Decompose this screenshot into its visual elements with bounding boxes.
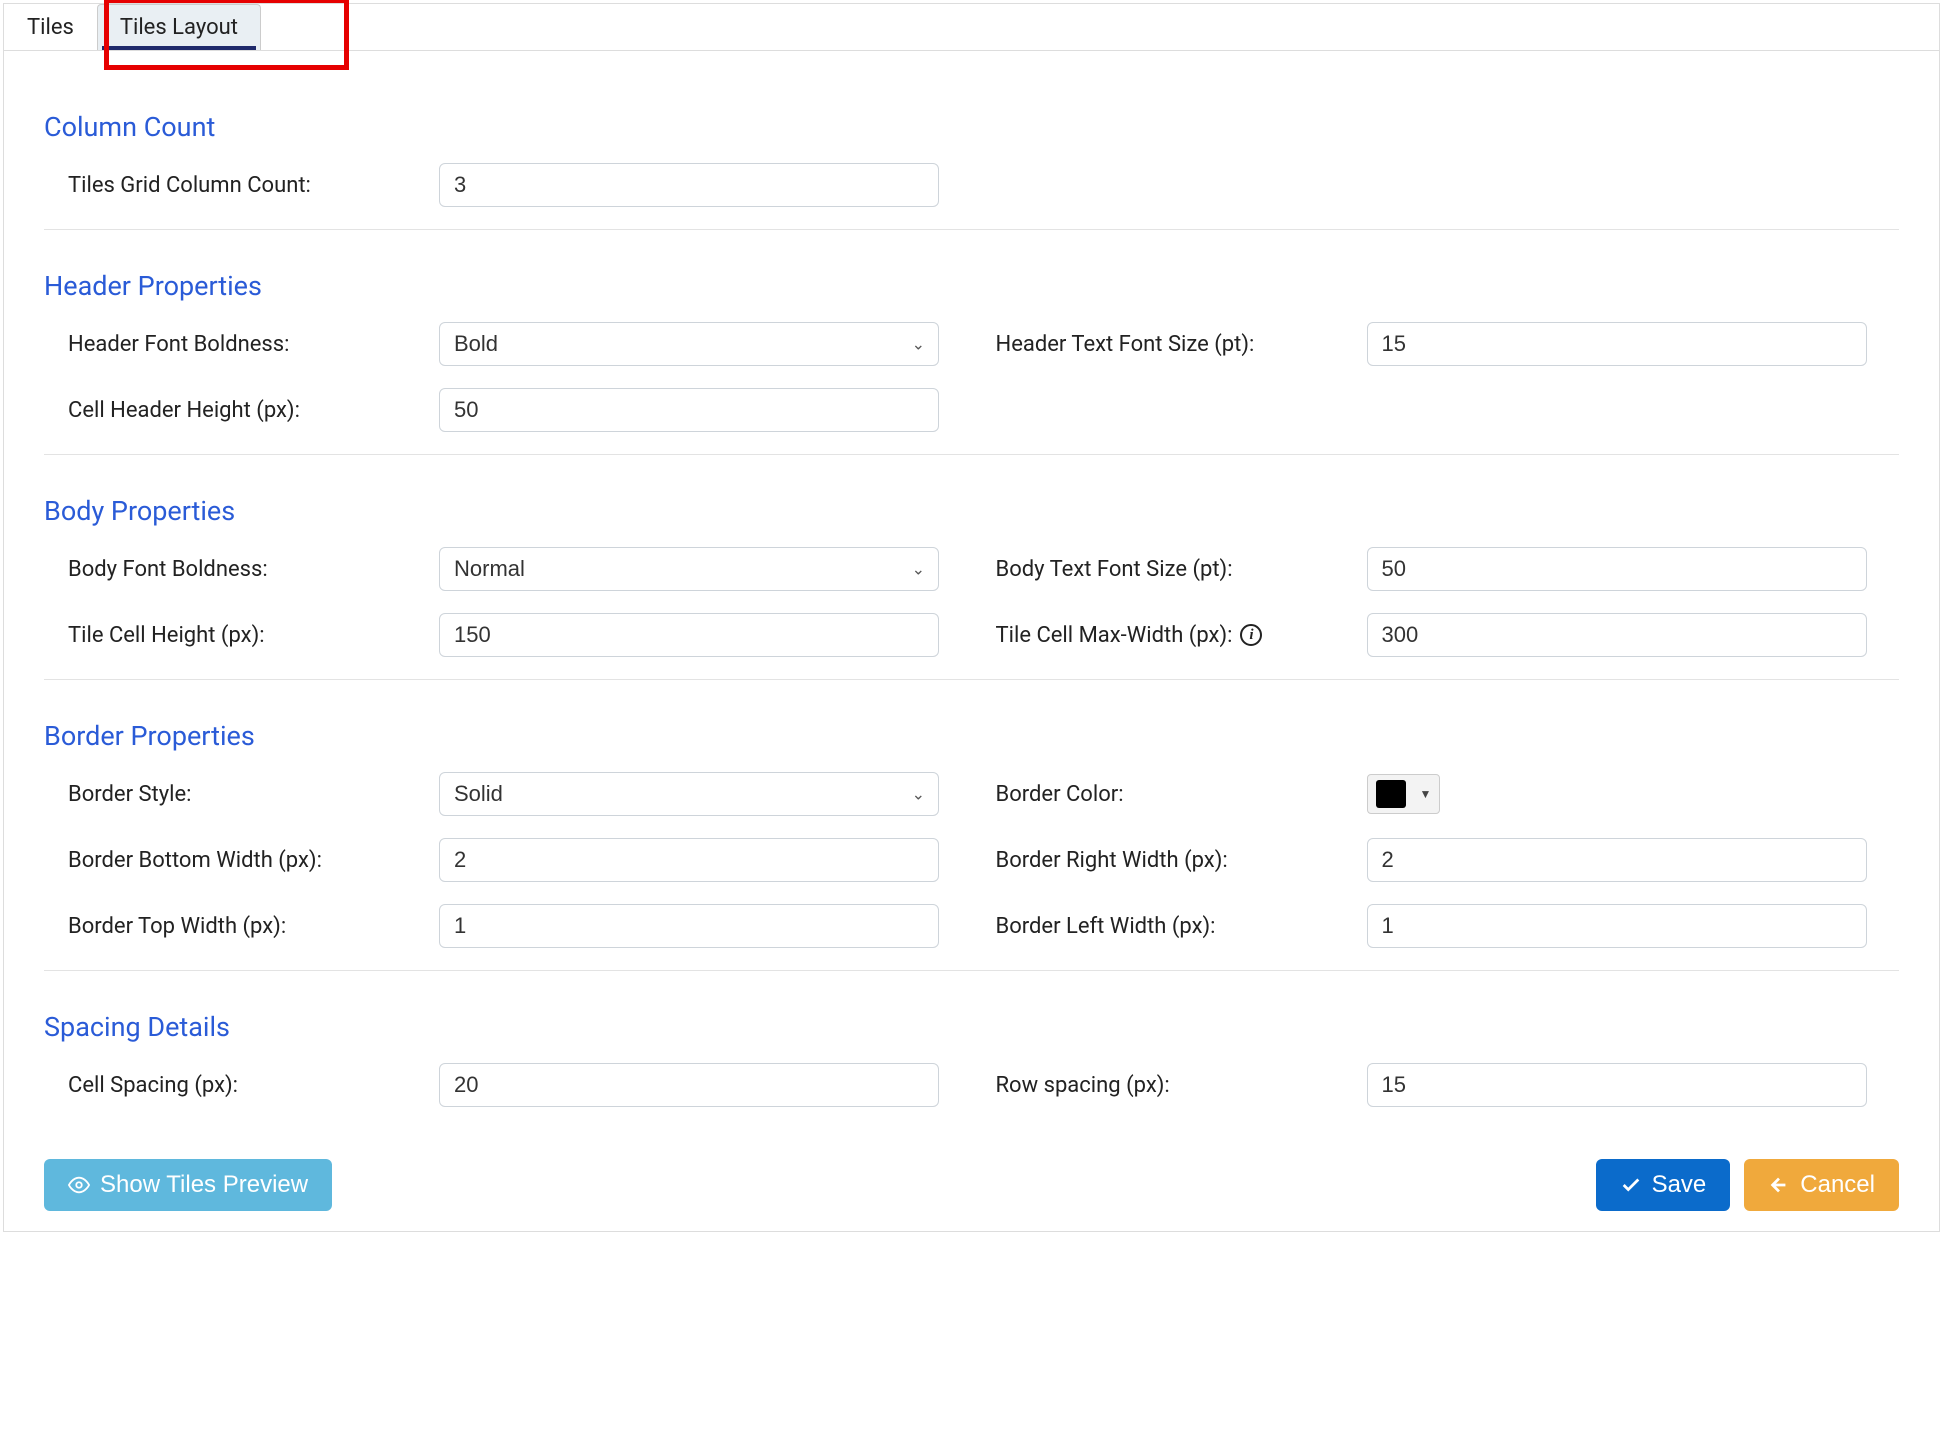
cancel-button[interactable]: Cancel	[1744, 1159, 1899, 1211]
input-row-spacing[interactable]	[1367, 1063, 1867, 1107]
label-border-left-width: Border Left Width (px):	[972, 914, 1367, 939]
check-icon	[1620, 1174, 1642, 1196]
label-grid-column-count: Tiles Grid Column Count:	[44, 173, 439, 198]
button-label: Show Tiles Preview	[100, 1171, 308, 1199]
label-body-boldness: Body Font Boldness:	[44, 557, 439, 582]
label-border-style: Border Style:	[44, 782, 439, 807]
input-cell-header-height[interactable]	[439, 388, 939, 432]
label-row-spacing: Row spacing (px):	[972, 1073, 1367, 1098]
footer-actions: Show Tiles Preview Save Cancel	[4, 1159, 1939, 1211]
input-grid-column-count[interactable]	[439, 163, 939, 207]
input-tile-cell-max-width[interactable]	[1367, 613, 1867, 657]
form-content: Column Count Tiles Grid Column Count: He…	[4, 51, 1939, 1139]
input-border-left-width[interactable]	[1367, 904, 1867, 948]
input-header-font-size[interactable]	[1367, 322, 1867, 366]
save-button[interactable]: Save	[1596, 1159, 1731, 1211]
label-border-bottom-width: Border Bottom Width (px):	[44, 848, 439, 873]
label-header-font-size: Header Text Font Size (pt):	[972, 332, 1367, 357]
input-border-bottom-width[interactable]	[439, 838, 939, 882]
select-body-boldness[interactable]	[439, 547, 939, 591]
tab-tiles-layout[interactable]: Tiles Layout	[97, 4, 261, 50]
section-title-spacing-details: Spacing Details	[44, 1011, 1899, 1043]
eye-icon	[68, 1174, 90, 1196]
label-body-font-size: Body Text Font Size (pt):	[972, 557, 1367, 582]
tiles-layout-panel: Tiles Tiles Layout Column Count Tiles Gr…	[3, 3, 1940, 1232]
section-title-border-properties: Border Properties	[44, 720, 1899, 752]
label-cell-header-height: Cell Header Height (px):	[44, 398, 439, 423]
input-border-right-width[interactable]	[1367, 838, 1867, 882]
label-border-right-width: Border Right Width (px):	[972, 848, 1367, 873]
divider	[44, 454, 1899, 455]
button-label: Cancel	[1800, 1171, 1875, 1199]
section-title-column-count: Column Count	[44, 111, 1899, 143]
divider	[44, 970, 1899, 971]
label-border-top-width: Border Top Width (px):	[44, 914, 439, 939]
caret-down-icon: ▼	[1420, 787, 1432, 801]
color-swatch	[1376, 780, 1406, 808]
show-tiles-preview-button[interactable]: Show Tiles Preview	[44, 1159, 332, 1211]
color-picker-border[interactable]: ▼	[1367, 774, 1441, 814]
label-tile-cell-max-width: Tile Cell Max-Width (px): i	[972, 623, 1367, 648]
select-header-boldness[interactable]	[439, 322, 939, 366]
input-border-top-width[interactable]	[439, 904, 939, 948]
input-body-font-size[interactable]	[1367, 547, 1867, 591]
tab-bar: Tiles Tiles Layout	[4, 4, 1939, 51]
label-cell-spacing: Cell Spacing (px):	[44, 1073, 439, 1098]
tab-tiles[interactable]: Tiles	[4, 4, 97, 50]
label-text: Tile Cell Max-Width (px):	[996, 623, 1233, 648]
label-border-color: Border Color:	[972, 782, 1367, 807]
label-header-boldness: Header Font Boldness:	[44, 332, 439, 357]
select-border-style[interactable]	[439, 772, 939, 816]
arrow-left-icon	[1768, 1174, 1790, 1196]
divider	[44, 679, 1899, 680]
section-title-body-properties: Body Properties	[44, 495, 1899, 527]
input-tile-cell-height[interactable]	[439, 613, 939, 657]
label-tile-cell-height: Tile Cell Height (px):	[44, 623, 439, 648]
input-cell-spacing[interactable]	[439, 1063, 939, 1107]
section-title-header-properties: Header Properties	[44, 270, 1899, 302]
divider	[44, 229, 1899, 230]
button-label: Save	[1652, 1171, 1707, 1199]
info-icon[interactable]: i	[1240, 624, 1262, 646]
